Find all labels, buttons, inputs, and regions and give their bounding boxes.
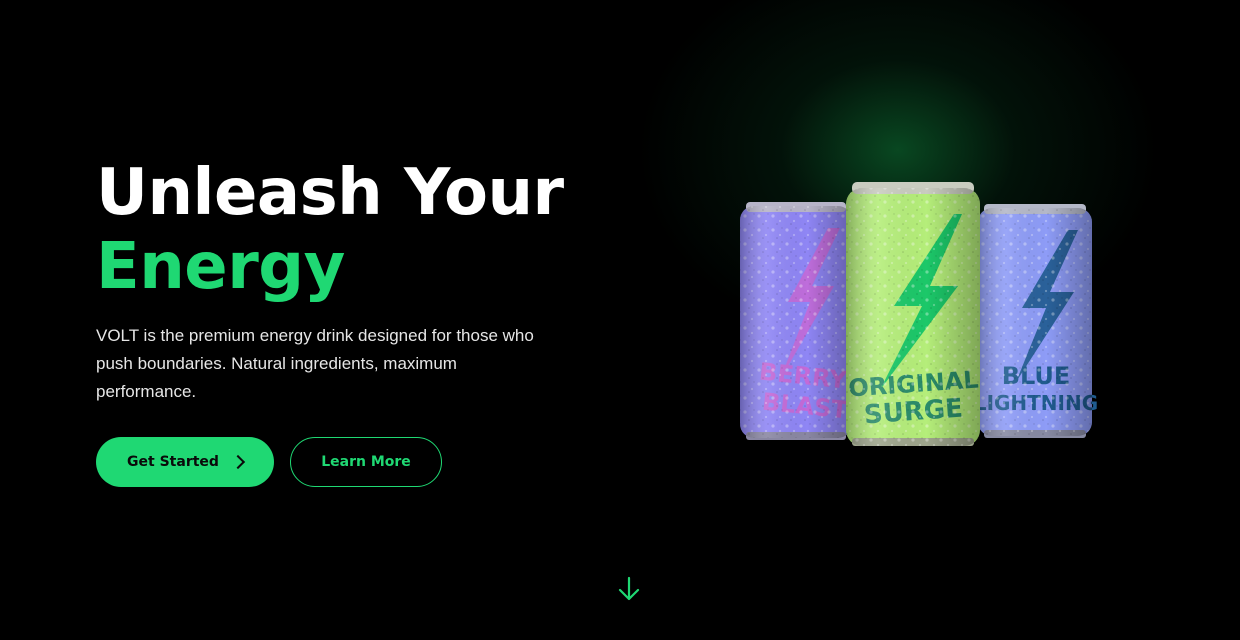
hero-description: VOLT is the premium energy drink designe… [96, 326, 534, 401]
berry-blast-can: BERRY BLAST [740, 202, 852, 440]
headline-line-2-accent: Energy [96, 230, 345, 304]
hero-headline: Unleash Your Energy [96, 156, 564, 304]
chevron-right-icon [230, 454, 246, 470]
hero-section: Unleash Your Energy VOLT is the premium … [0, 0, 1240, 640]
blue-lightning-can: BLUE LIGHTNING [974, 204, 1098, 438]
get-started-button[interactable]: Get Started [96, 437, 274, 487]
get-started-label: Get Started [127, 454, 219, 470]
original-surge-can: ORIGINAL SURGE [846, 182, 980, 446]
product-cans-image: BERRY BLAST BLUE LIGHTNING ORIGINAL SURG… [740, 182, 1098, 446]
headline-line-1: Unleash Your [96, 156, 564, 230]
learn-more-label: Learn More [321, 454, 411, 470]
arrow-down-icon[interactable] [617, 576, 641, 602]
learn-more-button[interactable]: Learn More [290, 437, 442, 487]
